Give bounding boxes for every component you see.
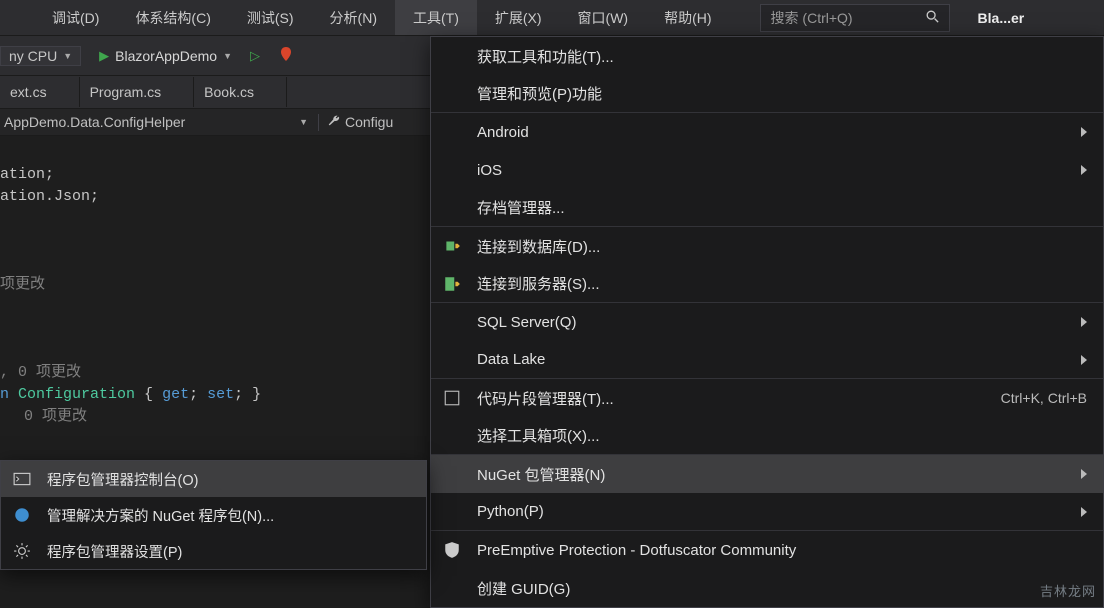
menuitem-label: 获取工具和功能(T)... [477, 46, 614, 67]
menu-test[interactable]: 测试(S) [229, 0, 312, 35]
menu-debug[interactable]: 调试(D) [34, 0, 117, 35]
code-kw: get [162, 386, 189, 403]
menu-help[interactable]: 帮助(H) [646, 0, 729, 35]
search-icon [925, 9, 939, 26]
watermark: 吉林龙网 [1040, 581, 1096, 600]
menuitem-connect-server[interactable]: 连接到服务器(S)... [431, 265, 1103, 303]
snippet-icon [443, 389, 461, 407]
class-label: AppDemo.Data.ConfigHelper [4, 114, 185, 130]
search-input[interactable]: 搜索 (Ctrl+Q) [760, 4, 950, 32]
code-kw: n [0, 386, 18, 403]
menuitem-label: 管理解决方案的 NuGet 程序包(N)... [47, 505, 274, 526]
console-icon [13, 470, 31, 488]
menuitem-label: 连接到数据库(D)... [477, 236, 600, 257]
menuitem-data-lake[interactable]: Data Lake [431, 341, 1103, 379]
tab-file-0[interactable]: ext.cs [0, 77, 80, 107]
menuitem-code-snippets[interactable]: 代码片段管理器(T)... Ctrl+K, Ctrl+B [431, 379, 1103, 417]
menuitem-label: 创建 GUID(G) [477, 578, 570, 599]
project-tab[interactable]: Bla...er [964, 1, 1039, 35]
menuitem-choose-toolbox[interactable]: 选择工具箱项(X)... [431, 417, 1103, 455]
chevron-down-icon: ▼ [299, 117, 308, 127]
menuitem-ios[interactable]: iOS [431, 151, 1103, 189]
member-dropdown[interactable]: Configu [318, 114, 403, 131]
menuitem-connect-db[interactable]: 连接到数据库(D)... [431, 227, 1103, 265]
menu-tools[interactable]: 工具(T) [395, 0, 477, 35]
menu-analyze[interactable]: 分析(N) [312, 0, 395, 35]
menuitem-sql-server[interactable]: SQL Server(Q) [431, 303, 1103, 341]
menuitem-label: 管理和预览(P)功能 [477, 83, 602, 104]
submenu-arrow-icon [1081, 165, 1087, 175]
start-button[interactable]: ▶ BlazorAppDemo ▼ [99, 48, 232, 64]
package-icon [13, 506, 31, 524]
menuitem-label: PreEmptive Protection - Dotfuscator Comm… [477, 542, 796, 559]
class-dropdown[interactable]: AppDemo.Data.ConfigHelper ▼ [0, 114, 318, 130]
menuitem-label: 选择工具箱项(X)... [477, 425, 600, 446]
menuitem-label: Python(P) [477, 503, 544, 520]
menuitem-label: 程序包管理器设置(P) [47, 541, 182, 562]
code-type: Configuration [18, 386, 135, 403]
menu-extensions[interactable]: 扩展(X) [477, 0, 560, 35]
menuitem-python[interactable]: Python(P) [431, 493, 1103, 531]
tab-file-2[interactable]: Book.cs [194, 77, 287, 107]
menubar: 调试(D) 体系结构(C) 测试(S) 分析(N) 工具(T) 扩展(X) 窗口… [0, 0, 1104, 36]
submenu-arrow-icon [1081, 507, 1087, 517]
database-icon [443, 237, 461, 255]
shield-icon [443, 541, 461, 559]
menuitem-label: Android [477, 124, 529, 141]
code-annotation: 0 项更改 [0, 408, 87, 425]
code-text: ; } [234, 386, 261, 403]
gear-icon [13, 542, 31, 560]
menuitem-label: 存档管理器... [477, 197, 565, 218]
menu-architecture[interactable]: 体系结构(C) [117, 0, 228, 35]
play-no-debug-icon[interactable]: ▷ [250, 48, 260, 64]
menuitem-label: 程序包管理器控制台(O) [47, 469, 198, 490]
menuitem-get-tools[interactable]: 获取工具和功能(T)... [431, 37, 1103, 75]
menuitem-shortcut: Ctrl+K, Ctrl+B [1001, 390, 1087, 406]
submenu-arrow-icon [1081, 355, 1087, 365]
submenu-manage-nuget[interactable]: 管理解决方案的 NuGet 程序包(N)... [1, 497, 426, 533]
menuitem-preview-features[interactable]: 管理和预览(P)功能 [431, 75, 1103, 113]
platform-dropdown[interactable]: ny CPU ▼ [0, 46, 81, 66]
code-annotation: , 0 项更改 [0, 364, 81, 381]
chevron-down-icon: ▼ [63, 51, 72, 61]
start-label: BlazorAppDemo [115, 48, 217, 64]
menuitem-label: iOS [477, 162, 502, 179]
menuitem-dotfuscator[interactable]: PreEmptive Protection - Dotfuscator Comm… [431, 531, 1103, 569]
platform-label: ny CPU [9, 48, 57, 64]
member-label: Configu [345, 114, 393, 130]
menuitem-label: SQL Server(Q) [477, 314, 576, 331]
submenu-arrow-icon [1081, 469, 1087, 479]
submenu-arrow-icon [1081, 317, 1087, 327]
menuitem-android[interactable]: Android [431, 113, 1103, 151]
tab-file-1[interactable]: Program.cs [80, 77, 195, 107]
submenu-arrow-icon [1081, 127, 1087, 137]
menuitem-nuget[interactable]: NuGet 包管理器(N) [431, 455, 1103, 493]
hot-reload-icon[interactable] [278, 46, 294, 65]
chevron-down-icon: ▼ [223, 51, 232, 61]
menuitem-label: 代码片段管理器(T)... [477, 388, 614, 409]
submenu-pm-console[interactable]: 程序包管理器控制台(O) [1, 461, 426, 497]
code-line: ation; [0, 166, 54, 183]
code-kw: set [207, 386, 234, 403]
code-text: { [135, 386, 162, 403]
code-text: ; [189, 386, 207, 403]
search-placeholder: 搜索 (Ctrl+Q) [771, 8, 853, 28]
wrench-icon [327, 114, 341, 131]
menuitem-label: 连接到服务器(S)... [477, 273, 600, 294]
menuitem-archive-manager[interactable]: 存档管理器... [431, 189, 1103, 227]
tools-menu-dropdown: 获取工具和功能(T)... 管理和预览(P)功能 Android iOS 存档管… [430, 36, 1104, 608]
nuget-submenu: 程序包管理器控制台(O) 管理解决方案的 NuGet 程序包(N)... 程序包… [0, 460, 427, 570]
code-annotation: 项更改 [0, 276, 45, 293]
menuitem-label: NuGet 包管理器(N) [477, 464, 605, 485]
menuitem-label: Data Lake [477, 351, 545, 368]
server-icon [443, 275, 461, 293]
menuitem-create-guid[interactable]: 创建 GUID(G) [431, 569, 1103, 607]
submenu-pm-settings[interactable]: 程序包管理器设置(P) [1, 533, 426, 569]
menu-window[interactable]: 窗口(W) [560, 0, 647, 35]
code-line: ation.Json; [0, 188, 99, 205]
play-icon: ▶ [99, 48, 109, 64]
